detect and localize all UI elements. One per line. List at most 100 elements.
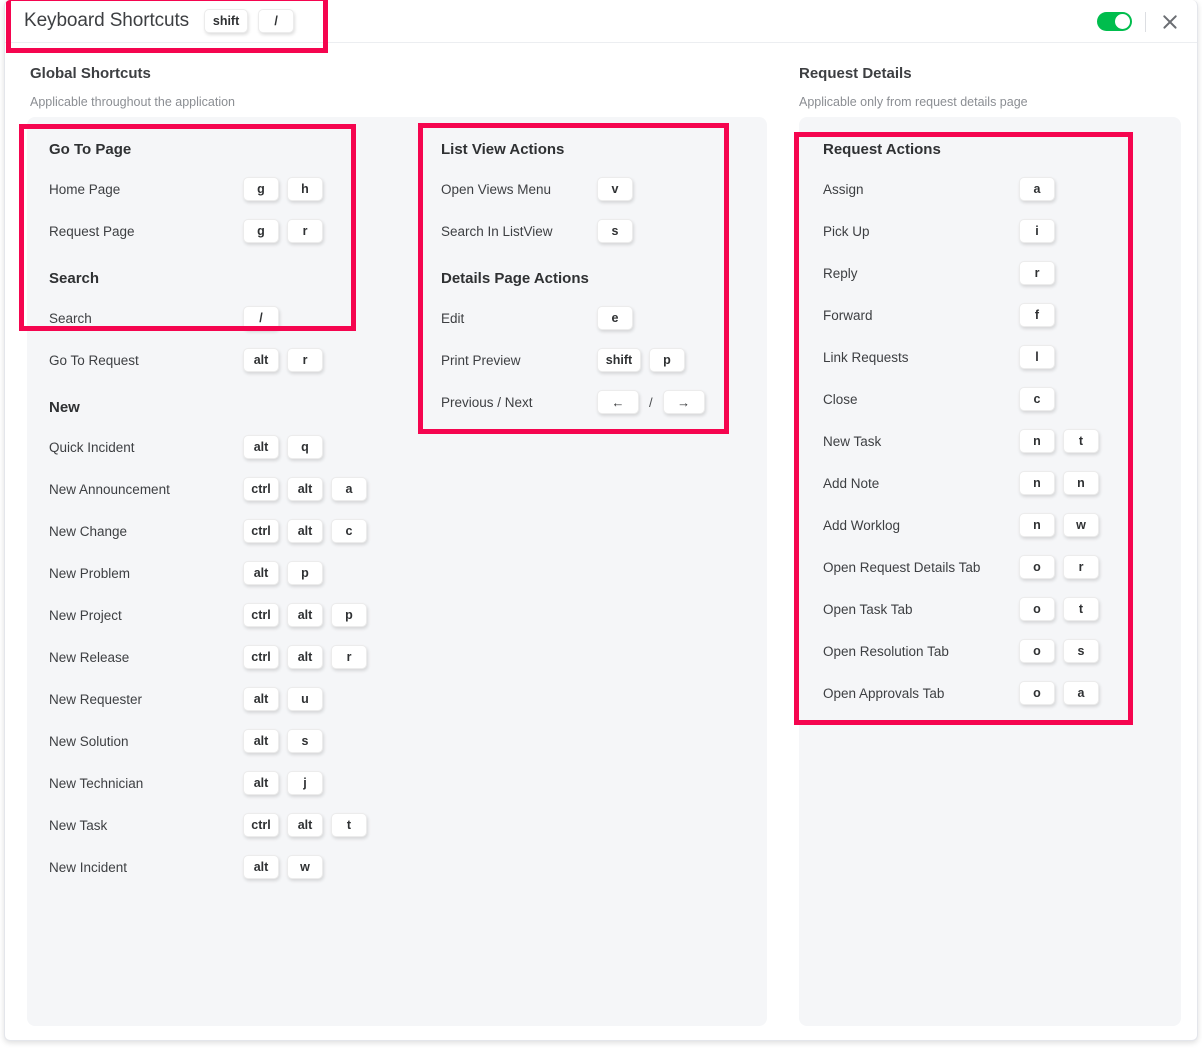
- shortcut-label: Open Views Menu: [441, 181, 552, 197]
- shortcut-label: New Solution: [49, 733, 129, 749]
- shortcut-keys: alt r: [243, 348, 323, 372]
- shortcut-label: New Requester: [49, 691, 143, 707]
- shortcut-label: Request Page: [49, 223, 135, 239]
- shortcut-keys: shift p: [597, 348, 685, 372]
- section-subtitle-global: Applicable throughout the application: [30, 95, 236, 109]
- key-cap: ctrl: [243, 645, 279, 669]
- key-cap: n: [1019, 429, 1055, 453]
- shortcut-keys: alt s: [243, 729, 323, 753]
- key-cap: t: [331, 813, 367, 837]
- shortcut-row: New Incident alt w: [49, 846, 359, 888]
- key-cap: u: [287, 687, 323, 711]
- shortcut-row: Open Approvals Tab o a: [823, 672, 1153, 714]
- shortcut-row: New Task n t: [823, 420, 1153, 462]
- key-cap: alt: [243, 687, 279, 711]
- shortcut-row: Pick Up i: [823, 210, 1153, 252]
- shortcut-keys: o a: [1019, 681, 1099, 705]
- key-cap: j: [287, 771, 323, 795]
- shortcut-label: New Release: [49, 649, 130, 665]
- close-icon[interactable]: [1159, 11, 1181, 33]
- shortcut-row: Quick Incident alt q: [49, 426, 359, 468]
- shortcut-row: Forward f: [823, 294, 1153, 336]
- shortcut-label: Link Requests: [823, 349, 909, 365]
- shortcut-keys: e: [597, 306, 633, 330]
- shortcut-keys: s: [597, 219, 633, 243]
- shortcut-keys: ctrl alt p: [243, 603, 367, 627]
- shortcut-row: Open Request Details Tab o r: [823, 546, 1153, 588]
- shortcut-label: Print Preview: [441, 352, 521, 368]
- shortcuts-enabled-toggle[interactable]: [1097, 12, 1132, 31]
- shortcut-keys: n n: [1019, 471, 1099, 495]
- header-actions: [1097, 0, 1181, 43]
- key-cap: q: [287, 435, 323, 459]
- key-cap: w: [1063, 513, 1099, 537]
- key-cap: /: [243, 306, 279, 330]
- key-cap: alt: [243, 561, 279, 585]
- keyboard-shortcuts-dialog: Keyboard Shortcuts shift / Global Shortc…: [4, 0, 1198, 1041]
- shortcut-keys: /: [243, 306, 279, 330]
- shortcut-keys: c: [1019, 387, 1055, 411]
- shortcut-row: New Task ctrl alt t: [49, 804, 367, 846]
- key-cap: p: [331, 603, 367, 627]
- shortcut-row: Reply r: [823, 252, 1153, 294]
- shortcut-label: New Announcement: [49, 481, 170, 497]
- key-cap: shift: [597, 348, 641, 372]
- key-cap: p: [649, 348, 685, 372]
- header-divider: [1145, 11, 1146, 32]
- shortcut-row: Home Page g h: [49, 168, 359, 210]
- shortcut-label: Go To Request: [49, 352, 139, 368]
- key-cap: i: [1019, 219, 1055, 243]
- shortcut-label: Open Task Tab: [823, 601, 913, 617]
- key-cap: n: [1019, 471, 1055, 495]
- shortcut-label: Assign: [823, 181, 864, 197]
- shortcut-keys: a: [1019, 177, 1055, 201]
- key-cap: alt: [287, 519, 323, 543]
- key-cap: alt: [287, 813, 323, 837]
- key-cap: c: [1019, 387, 1055, 411]
- shortcut-row: Search In ListView s: [441, 210, 741, 252]
- shortcut-keys: g h: [243, 177, 323, 201]
- key-cap: h: [287, 177, 323, 201]
- key-cap: s: [1063, 639, 1099, 663]
- page-title: Keyboard Shortcuts: [24, 10, 190, 31]
- section-title-request-details: Request Details: [799, 65, 912, 82]
- key-cap: o: [1019, 639, 1055, 663]
- shortcut-label: Add Note: [823, 475, 880, 491]
- key-cap: alt: [243, 348, 279, 372]
- shortcut-label: Reply: [823, 265, 858, 281]
- key-cap: alt: [287, 477, 323, 501]
- key-cap: s: [287, 729, 323, 753]
- shortcut-row: Assign a: [823, 168, 1153, 210]
- key-cap: shift: [204, 9, 249, 33]
- shortcut-row: Open Resolution Tab o s: [823, 630, 1153, 672]
- key-cap: o: [1019, 681, 1055, 705]
- shortcut-label: Previous / Next: [441, 394, 533, 410]
- shortcut-keys: f: [1019, 303, 1055, 327]
- key-cap: a: [331, 477, 367, 501]
- group-title-details-page-actions: Details Page Actions: [441, 270, 589, 287]
- shortcut-row: New Problem alt p: [49, 552, 359, 594]
- shortcut-label: New Project: [49, 607, 122, 623]
- key-cap: f: [1019, 303, 1055, 327]
- group-title-go-to-page: Go To Page: [49, 141, 132, 158]
- key-cap: t: [1063, 597, 1099, 621]
- key-cap: r: [287, 219, 323, 243]
- shortcut-label: New Task: [49, 817, 108, 833]
- key-cap: r: [1063, 555, 1099, 579]
- key-cap: ctrl: [243, 477, 279, 501]
- arrow-left-icon: ←: [597, 390, 639, 414]
- shortcut-keys: i: [1019, 219, 1055, 243]
- key-cap: a: [1019, 177, 1055, 201]
- key-cap: g: [243, 177, 279, 201]
- key-cap: a: [1063, 681, 1099, 705]
- key-separator: /: [649, 394, 653, 410]
- shortcut-row: Link Requests l: [823, 336, 1153, 378]
- shortcut-label: Quick Incident: [49, 439, 135, 455]
- key-cap: w: [287, 855, 323, 879]
- shortcut-label: Close: [823, 391, 858, 407]
- shortcut-row: Close c: [823, 378, 1153, 420]
- shortcut-keys: ← / →: [597, 390, 705, 414]
- shortcut-row: Open Views Menu v: [441, 168, 741, 210]
- shortcut-keys: l: [1019, 345, 1055, 369]
- shortcut-label: Open Approvals Tab: [823, 685, 945, 701]
